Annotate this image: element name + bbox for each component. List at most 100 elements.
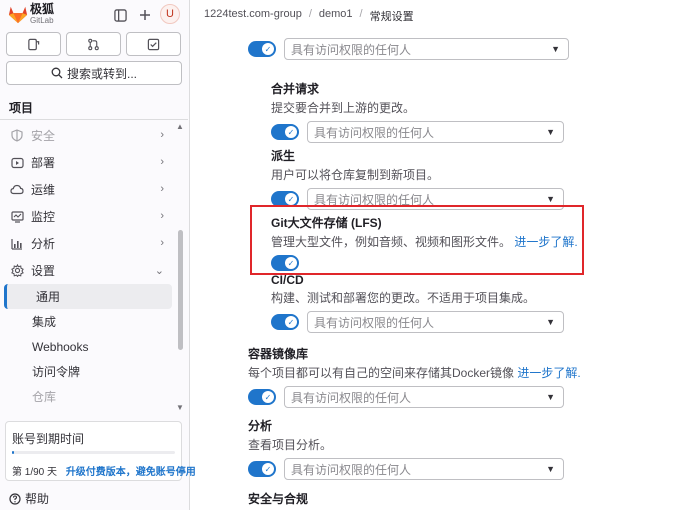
trial-title: 账号到期时间 — [12, 432, 85, 446]
todo-icon — [147, 38, 160, 50]
perm-desc: 构建、测试和部署您的更改。不适用于项目集成。 — [271, 291, 536, 305]
chevron-down-icon: ▼ — [546, 194, 555, 204]
control-row: ✓ 具有访问权限的任何人 ▼ — [271, 311, 564, 333]
sub-item-repository[interactable]: 仓库 — [0, 384, 176, 409]
project-nav: 安全 › 部署 › 运维 › 监控 › 分析 › 设置 ⌄ 通用 集成 Webh… — [0, 122, 176, 409]
scroll-up-icon[interactable]: ▲ — [176, 122, 184, 131]
help-button[interactable]: 帮助 — [9, 490, 49, 507]
perm-cicd: CI/CD 构建、测试和部署您的更改。不适用于项目集成。 ✓ 具有访问权限的任何… — [271, 273, 564, 333]
sub-item-access-tokens[interactable]: 访问令牌 — [0, 359, 176, 384]
nav-label: 运维 — [31, 183, 56, 197]
repository-toggle[interactable]: ✓ — [248, 41, 276, 57]
cicd-toggle[interactable]: ✓ — [271, 314, 299, 330]
chevron-down-icon: ▼ — [546, 127, 555, 137]
quick-actions — [6, 32, 181, 56]
chevron-right-icon: › — [160, 210, 164, 222]
todo-button[interactable] — [126, 32, 181, 56]
merge-requests-button[interactable] — [66, 32, 121, 56]
check-icon: ✓ — [285, 193, 297, 205]
breadcrumb-group[interactable]: 1224test.com-group — [204, 8, 302, 24]
search-label: 搜索或转到... — [66, 66, 137, 81]
search-button[interactable]: 搜索或转到... — [6, 61, 182, 85]
issues-icon — [28, 38, 40, 50]
gitlab-logo-icon[interactable] — [7, 4, 29, 24]
trial-progress-fill — [12, 451, 14, 454]
issues-button[interactable] — [6, 32, 61, 56]
breadcrumb-project[interactable]: demo1 — [319, 8, 353, 24]
search-icon — [51, 67, 63, 79]
perm-title: 分析 — [248, 419, 273, 433]
breadcrumb-separator: / — [308, 8, 312, 20]
scroll-down-icon[interactable]: ▼ — [176, 403, 184, 412]
highlight-box — [250, 205, 584, 275]
section-title: 项目 — [9, 101, 34, 115]
logo-en: GitLab — [30, 16, 54, 25]
chart-icon — [10, 237, 24, 251]
help-icon — [9, 492, 21, 505]
chevron-right-icon: › — [160, 237, 164, 249]
perm-forks: 派生 用户可以将仓库复制到新项目。 ✓ 具有访问权限的任何人 ▼ — [271, 147, 564, 210]
chevron-right-icon: › — [160, 129, 164, 141]
learn-more-link[interactable]: 进一步了解. — [517, 366, 580, 380]
avatar[interactable]: U — [160, 4, 180, 24]
chevron-down-icon: ▼ — [546, 392, 555, 402]
merge-requests-access-select[interactable]: 具有访问权限的任何人 ▼ — [307, 121, 564, 143]
chevron-down-icon: ⌄ — [154, 265, 164, 277]
perm-title: 派生 — [271, 149, 296, 163]
sidebar-toggle-icon[interactable] — [110, 5, 130, 25]
check-icon: ✓ — [285, 126, 297, 138]
nav-item-deploy[interactable]: 部署 › — [0, 149, 176, 176]
select-value: 具有访问权限的任何人 — [314, 315, 435, 330]
sidebar-topbar: 极狐 GitLab U — [0, 0, 190, 30]
shield-icon — [10, 129, 24, 143]
plus-icon[interactable] — [135, 5, 155, 25]
select-value: 具有访问权限的任何人 — [291, 462, 412, 477]
analytics-toggle[interactable]: ✓ — [248, 461, 276, 477]
analytics-access-select[interactable]: 具有访问权限的任何人 ▼ — [284, 458, 564, 480]
nav-label: 安全 — [31, 129, 56, 143]
nav-item-settings[interactable]: 设置 ⌄ — [0, 257, 176, 284]
merge-requests-toggle[interactable]: ✓ — [271, 124, 299, 140]
nav-item-analyze[interactable]: 分析 › — [0, 230, 176, 257]
chevron-right-icon: › — [160, 183, 164, 195]
deploy-icon — [10, 156, 24, 170]
upgrade-link[interactable]: 升级付费版本，避免账号停用 — [66, 467, 196, 478]
cicd-access-select[interactable]: 具有访问权限的任何人 ▼ — [307, 311, 564, 333]
trial-days: 第 1/90 天 — [12, 467, 58, 478]
select-value: 具有访问权限的任何人 — [291, 42, 412, 57]
perm-desc: 每个项目都可以有自己的空间来存储其Docker镜像 进一步了解. — [248, 364, 581, 381]
perm-title: CI/CD — [271, 273, 304, 287]
chevron-down-icon: ▼ — [546, 464, 555, 474]
merge-request-icon — [88, 38, 99, 50]
nav-item-security[interactable]: 安全 › — [0, 122, 176, 149]
perm-security-compliance: 安全与合规 — [248, 490, 308, 507]
cloud-icon — [10, 183, 24, 197]
nav-label: 分析 — [31, 237, 56, 251]
registry-toggle[interactable]: ✓ — [248, 389, 276, 405]
sub-item-integrations[interactable]: 集成 — [0, 309, 176, 334]
chevron-right-icon: › — [160, 156, 164, 168]
nav-item-monitor[interactable]: 监控 › — [0, 203, 176, 230]
trial-progress-bar — [12, 451, 175, 454]
breadcrumb: 1224test.com-group / demo1 / 常规设置 — [204, 8, 414, 24]
perm-analytics: 分析 查看项目分析。 ✓ 具有访问权限的任何人 ▼ — [248, 417, 564, 480]
logo-cn: 极狐 — [30, 2, 55, 16]
chevron-down-icon: ▼ — [546, 317, 555, 327]
sub-item-general[interactable]: 通用 — [4, 284, 172, 309]
sidebar-scrollbar[interactable] — [178, 230, 183, 350]
sidebar: 极狐 GitLab U 搜索或转到... 项目 ▲ 安全 › 部署 › 运维 ›… — [0, 0, 196, 510]
logo-text[interactable]: 极狐 GitLab — [30, 2, 55, 26]
perm-desc: 提交要合并到上游的更改。 — [271, 101, 416, 115]
nav-item-operate[interactable]: 运维 › — [0, 176, 176, 203]
control-row: ✓ 具有访问权限的任何人 ▼ — [248, 38, 569, 60]
nav-label: 设置 — [31, 264, 56, 278]
registry-access-select[interactable]: 具有访问权限的任何人 ▼ — [284, 386, 564, 408]
perm-repository: ✓ 具有访问权限的任何人 ▼ — [248, 38, 569, 60]
perm-merge-requests: 合并请求 提交要合并到上游的更改。 ✓ 具有访问权限的任何人 ▼ — [271, 80, 564, 143]
repository-access-select[interactable]: 具有访问权限的任何人 ▼ — [284, 38, 569, 60]
check-icon: ✓ — [262, 391, 274, 403]
perm-title: 安全与合规 — [248, 492, 309, 506]
nav-label: 部署 — [31, 156, 56, 170]
perm-desc: 用户可以将仓库复制到新项目。 — [271, 168, 440, 182]
sub-item-webhooks[interactable]: Webhooks — [0, 334, 176, 359]
